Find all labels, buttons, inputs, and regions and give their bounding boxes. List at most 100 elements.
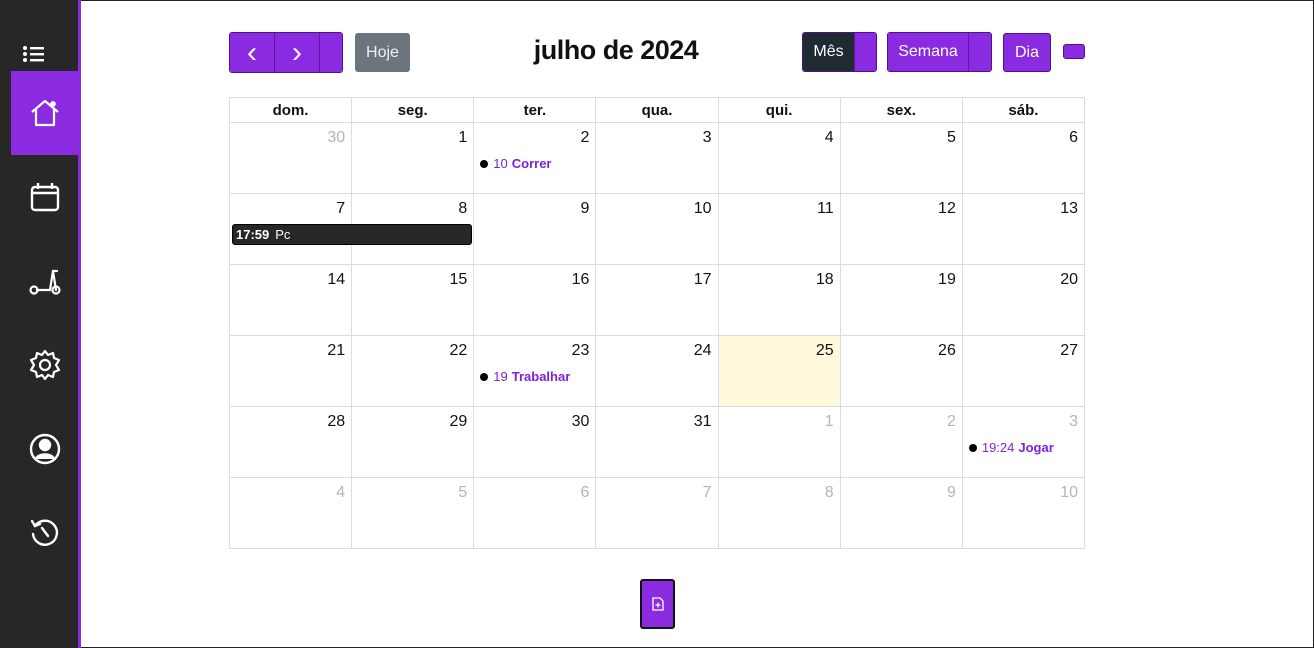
day-cell[interactable]: 4 [228, 477, 353, 549]
day-number[interactable]: 7 [336, 200, 345, 218]
day-number[interactable]: 10 [1060, 484, 1078, 502]
sidebar-item-settings[interactable] [11, 323, 79, 407]
day-number[interactable]: 16 [572, 271, 590, 289]
day-cell[interactable]: 22 [351, 335, 475, 407]
event-item[interactable]: 19 Trabalhar [480, 369, 570, 384]
day-cell[interactable]: 11 [717, 193, 841, 265]
day-cell[interactable]: 21 [228, 335, 353, 407]
day-number[interactable]: 24 [694, 342, 712, 360]
day-number[interactable]: 13 [1060, 200, 1078, 218]
day-number[interactable]: 6 [1069, 129, 1078, 147]
day-number[interactable]: 3 [703, 129, 712, 147]
day-cell[interactable]: 8 [717, 477, 841, 549]
day-number[interactable]: 22 [449, 342, 467, 360]
day-number[interactable]: 8 [825, 484, 834, 502]
day-cell[interactable]: 2 10 Correr [473, 122, 597, 194]
add-event-button[interactable] [640, 579, 675, 629]
event-item[interactable]: 19:24 Jogar [968, 440, 1054, 455]
sidebar-item-calendar[interactable] [11, 155, 79, 239]
view-week-extra-button[interactable] [969, 33, 991, 71]
day-cell[interactable]: 15 [351, 264, 475, 336]
day-number[interactable]: 29 [449, 413, 467, 431]
day-cell[interactable]: 3 19:24 Jogar [961, 406, 1086, 478]
day-cell[interactable]: 10 [961, 477, 1086, 549]
day-number[interactable]: 28 [327, 413, 345, 431]
day-cell[interactable]: 23 19 Trabalhar [473, 335, 597, 407]
day-cell[interactable]: 5 [839, 122, 963, 194]
day-number[interactable]: 19 [938, 271, 956, 289]
day-cell[interactable]: 7 [595, 477, 719, 549]
day-number[interactable]: 2 [947, 413, 956, 431]
day-cell[interactable]: 10 [595, 193, 719, 265]
event-item[interactable]: 10 Correr [480, 156, 552, 171]
day-cell[interactable]: 4 [717, 122, 841, 194]
day-number[interactable]: 9 [581, 200, 590, 218]
view-week-button[interactable]: Semana [888, 33, 969, 71]
day-cell[interactable]: 5 [351, 477, 475, 549]
day-cell[interactable]: 31 [595, 406, 719, 478]
day-number[interactable]: 21 [327, 342, 345, 360]
day-cell[interactable]: 16 [473, 264, 597, 336]
day-cell[interactable]: 14 [228, 264, 353, 336]
day-number[interactable]: 5 [458, 484, 467, 502]
day-number[interactable]: 10 [694, 200, 712, 218]
day-cell[interactable]: 27 [961, 335, 1086, 407]
day-cell[interactable]: 20 [961, 264, 1086, 336]
day-number[interactable]: 31 [694, 413, 712, 431]
day-cell[interactable]: 12 [839, 193, 963, 265]
day-cell[interactable]: 13 [961, 193, 1086, 265]
nav-extra-button[interactable] [320, 33, 342, 72]
day-number[interactable]: 1 [458, 129, 467, 147]
day-number[interactable]: 3 [1069, 413, 1078, 431]
day-number[interactable]: 11 [817, 200, 834, 218]
day-number[interactable]: 30 [572, 413, 590, 431]
day-cell[interactable]: 19 [839, 264, 963, 336]
sidebar-item-history[interactable] [11, 491, 79, 575]
next-month-button[interactable]: › [275, 33, 320, 72]
day-number[interactable]: 9 [947, 484, 956, 502]
day-cell[interactable]: 6 [961, 122, 1086, 194]
day-number[interactable]: 5 [947, 129, 956, 147]
day-number[interactable]: 26 [938, 342, 956, 360]
view-month-extra-button[interactable] [855, 33, 876, 71]
day-number[interactable]: 20 [1060, 271, 1078, 289]
extra-toolbar-button[interactable] [1063, 44, 1085, 59]
day-number[interactable]: 30 [327, 129, 345, 147]
day-number[interactable]: 4 [825, 129, 834, 147]
day-number[interactable]: 17 [694, 271, 712, 289]
day-number[interactable]: 1 [825, 413, 834, 431]
view-day-button[interactable]: Dia [1003, 33, 1051, 72]
day-number[interactable]: 27 [1060, 342, 1078, 360]
today-button[interactable]: Hoje [355, 33, 410, 72]
day-cell[interactable]: 26 [839, 335, 963, 407]
day-cell[interactable]: 9 [839, 477, 963, 549]
day-cell[interactable]: 30 [473, 406, 597, 478]
day-number[interactable]: 6 [581, 484, 590, 502]
day-number[interactable]: 15 [449, 271, 467, 289]
day-cell[interactable]: 18 [717, 264, 841, 336]
day-cell[interactable]: 2 [839, 406, 963, 478]
day-number[interactable]: 14 [327, 271, 345, 289]
day-cell[interactable]: 29 [351, 406, 475, 478]
sidebar-item-home[interactable] [11, 71, 79, 155]
event-block[interactable]: 17:59 Pc [232, 224, 472, 245]
day-cell[interactable]: 17 [595, 264, 719, 336]
day-cell[interactable]: 3 [595, 122, 719, 194]
day-cell[interactable]: 24 [595, 335, 719, 407]
day-number[interactable]: 8 [458, 200, 467, 218]
day-number[interactable]: 4 [336, 484, 345, 502]
day-number[interactable]: 12 [938, 200, 956, 218]
day-number[interactable]: 25 [816, 342, 834, 360]
day-number[interactable]: 2 [581, 129, 590, 147]
menu-icon[interactable] [20, 42, 48, 66]
day-cell[interactable]: 6 [473, 477, 597, 549]
day-cell[interactable]: 30 [228, 122, 353, 194]
day-number[interactable]: 7 [703, 484, 712, 502]
day-cell[interactable]: 1 [717, 406, 841, 478]
day-cell[interactable]: 28 [228, 406, 353, 478]
sidebar-item-scooter[interactable] [11, 239, 79, 323]
day-number[interactable]: 18 [816, 271, 834, 289]
prev-month-button[interactable]: ‹ [230, 33, 275, 72]
day-cell[interactable]: 9 [473, 193, 597, 265]
day-number[interactable]: 23 [572, 342, 590, 360]
